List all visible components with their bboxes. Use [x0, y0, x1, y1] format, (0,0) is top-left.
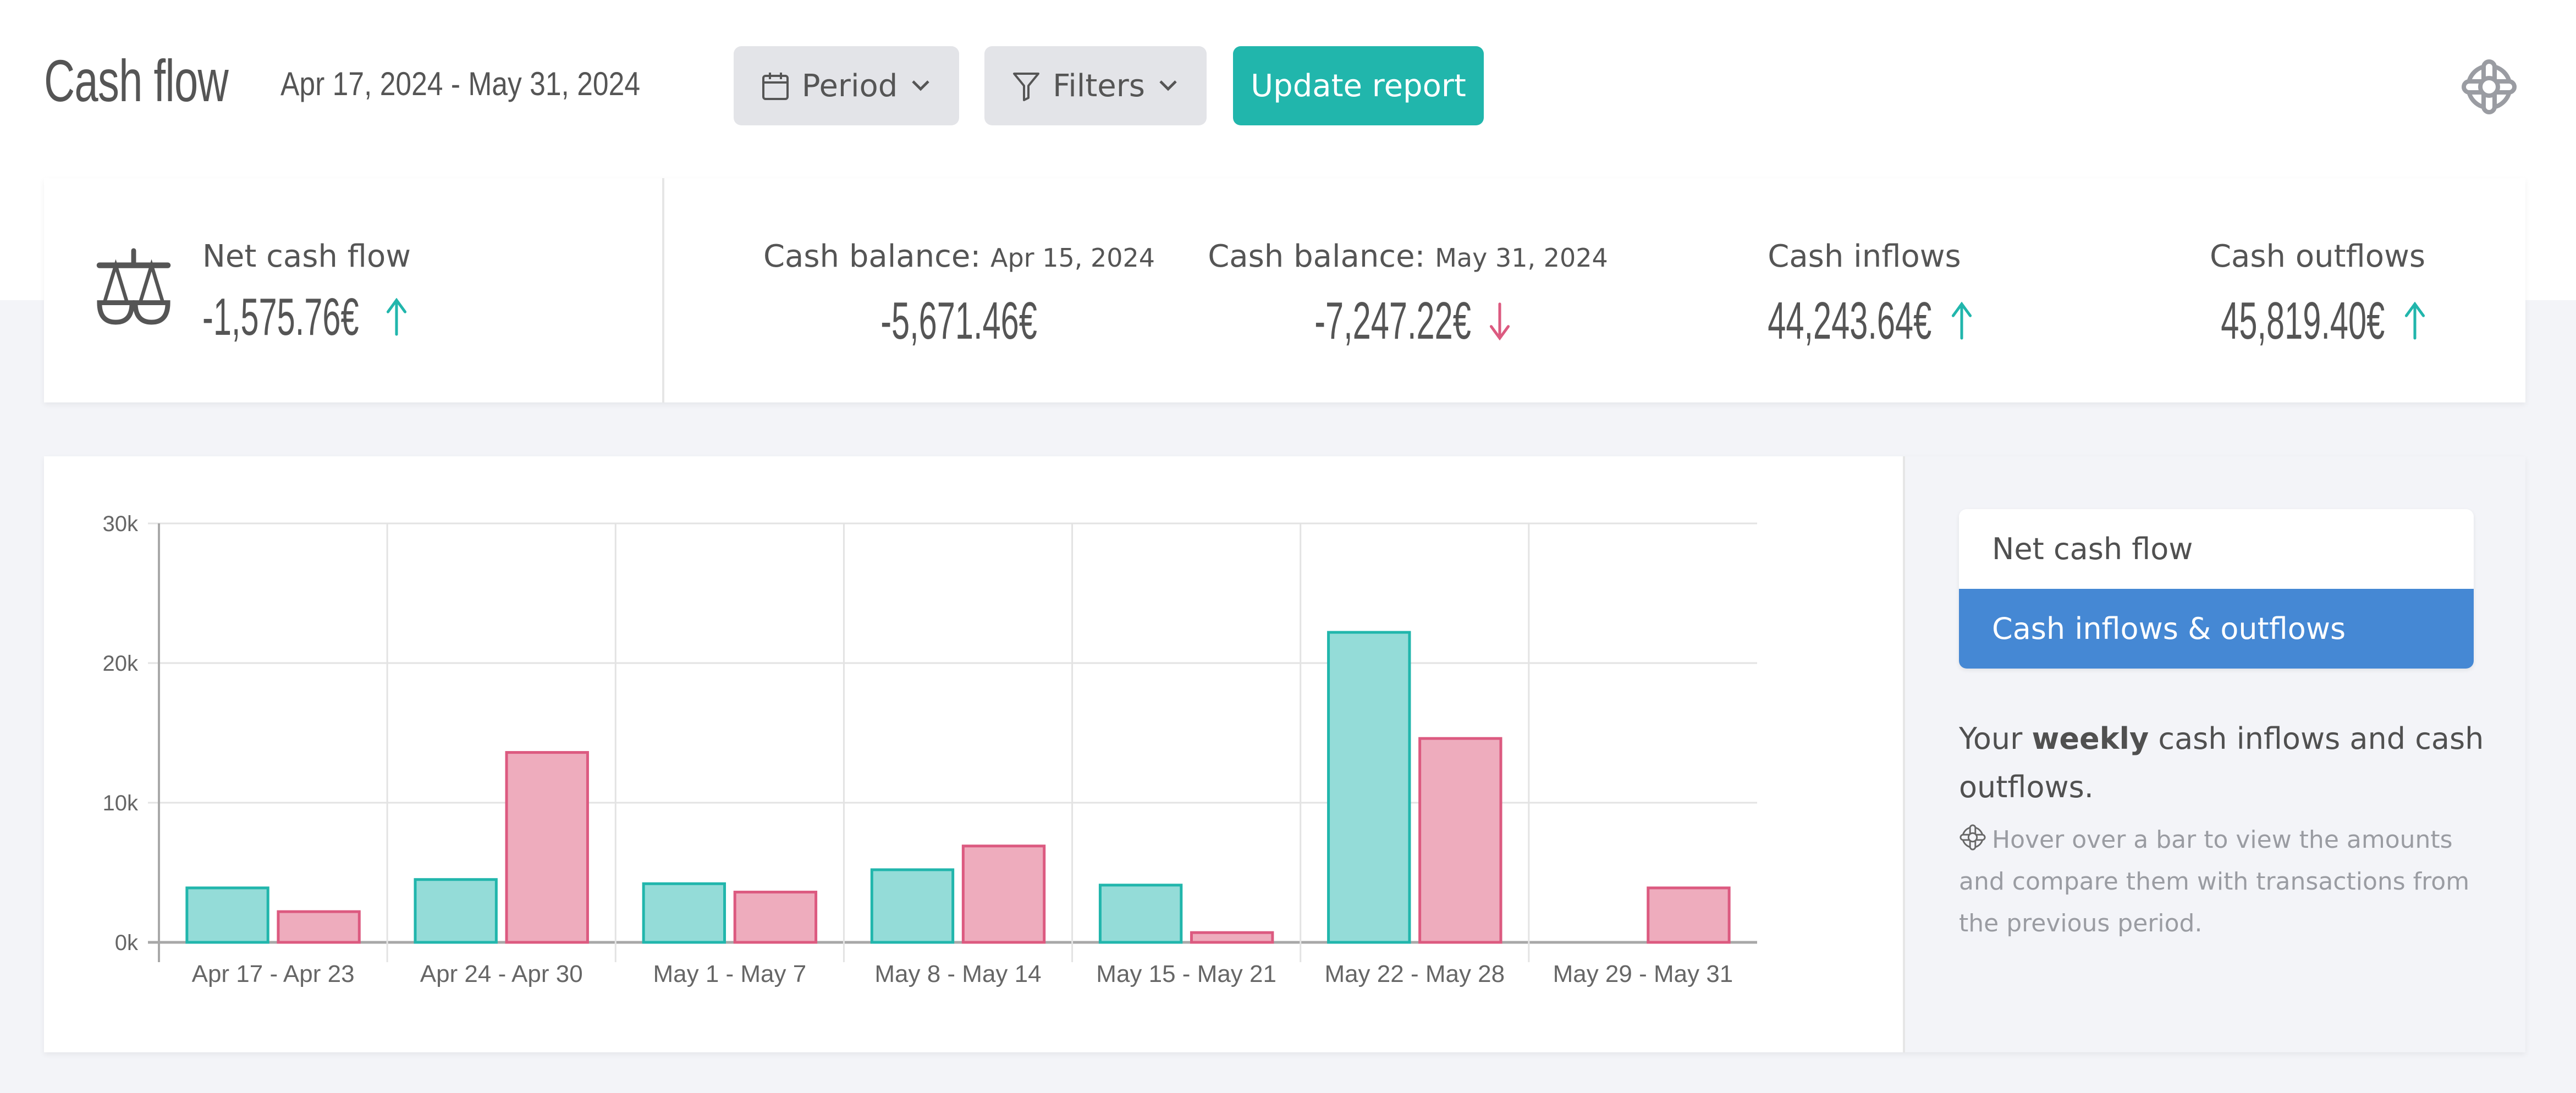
inflow-bar[interactable] — [414, 878, 498, 944]
y-tick-label: 20k — [103, 652, 139, 676]
summary-card: Net cash flow -1,575.76€ Cash balance: A… — [44, 178, 2525, 402]
calendar-icon — [762, 73, 789, 100]
outflow-bar[interactable] — [277, 910, 361, 944]
x-tick-label: May 15 - May 21 — [1096, 960, 1276, 987]
outflow-bar[interactable] — [1418, 737, 1502, 944]
inflows-value: 44,243.64€ — [1756, 291, 1973, 351]
balance-start-section: Cash balance: Apr 15, 2024 -5,671.46€ — [734, 239, 1185, 351]
arrow-up-icon — [1952, 302, 1972, 340]
balance-end-section: Cash balance: May 31, 2024 -7,247.22€ — [1182, 239, 1633, 351]
scales-icon — [96, 248, 171, 325]
x-tick-label: May 8 - May 14 — [874, 960, 1041, 987]
outflow-bar[interactable] — [961, 844, 1046, 944]
balance-start-label: Cash balance: — [763, 239, 981, 274]
y-tick-label: 10k — [103, 791, 139, 815]
lifebuoy-icon[interactable] — [2461, 58, 2518, 115]
outflow-bar[interactable] — [1647, 886, 1731, 944]
option-inflows-outflows[interactable]: Cash inflows & outflows — [1959, 589, 2474, 669]
inflows-section: Cash inflows 44,243.64€ — [1639, 239, 2090, 351]
outflow-bar[interactable] — [505, 751, 589, 944]
chevron-down-icon — [912, 80, 930, 91]
chart-options-panel: Net cash flow Cash inflows & outflows Yo… — [1903, 456, 2525, 1052]
filter-icon — [1013, 73, 1040, 101]
arrow-down-icon — [1489, 302, 1510, 340]
balance-end-value: -7,247.22€ — [1305, 291, 1510, 351]
x-tick-label: Apr 24 - Apr 30 — [420, 960, 583, 987]
date-range: Apr 17, 2024 - May 31, 2024 — [280, 65, 641, 102]
outflows-label: Cash outflows — [2209, 239, 2426, 274]
period-button[interactable]: Period — [734, 46, 959, 125]
update-report-label: Update report — [1251, 68, 1466, 104]
balance-end-label: Cash balance: — [1208, 239, 1425, 274]
inflow-bar[interactable] — [870, 868, 955, 944]
inflow-bar[interactable] — [1327, 631, 1411, 944]
chart-panel: 0k 10k 20k 30k Apr 17 - Apr 23 Apr 24 - Apr 3… — [44, 456, 2525, 1052]
y-tick-label: 0k — [115, 931, 139, 955]
x-tick-label: Apr 17 - Apr 23 — [192, 960, 355, 987]
net-cash-flow-value: -1,575.76€ — [202, 287, 408, 347]
arrow-up-icon — [2405, 302, 2425, 340]
outflow-bar[interactable] — [1190, 931, 1274, 944]
net-cash-flow-section: Net cash flow -1,575.76€ — [44, 178, 664, 402]
update-report-button[interactable]: Update report — [1233, 46, 1484, 125]
filters-button-label: Filters — [1053, 68, 1145, 104]
inflows-label: Cash inflows — [1768, 239, 1961, 274]
option-net-cash-flow[interactable]: Net cash flow — [1959, 509, 2474, 589]
outflow-bar[interactable] — [733, 891, 818, 944]
cash-flow-bar-chart: 0k 10k 20k 30k Apr 17 - Apr 23 Apr 24 - Apr 3… — [103, 512, 1757, 987]
outflows-section: Cash outflows 45,819.40€ — [2092, 239, 2543, 351]
period-button-label: Period — [801, 68, 898, 104]
y-tick-label: 30k — [103, 512, 139, 536]
chart-mode-toggle: Net cash flow Cash inflows & outflows — [1959, 509, 2474, 669]
inflow-bar[interactable] — [185, 886, 269, 944]
page-title: Cash flow — [44, 47, 229, 114]
outflows-value: 45,819.40€ — [2209, 291, 2426, 351]
x-tick-label: May 1 - May 7 — [653, 960, 806, 987]
balance-start-value: -5,671.46€ — [880, 291, 1038, 350]
chevron-down-icon — [1159, 80, 1177, 91]
inflow-bar[interactable] — [642, 882, 726, 944]
filters-button[interactable]: Filters — [984, 46, 1207, 125]
balance-start-date: Apr 15, 2024 — [990, 243, 1155, 273]
balance-end-date: May 31, 2024 — [1435, 243, 1608, 273]
arrow-up-icon — [386, 298, 407, 336]
x-tick-label: May 22 - May 28 — [1324, 960, 1505, 987]
chart-description: Your weekly cash inflows and cash outflo… — [1959, 721, 2484, 804]
inflow-bar[interactable] — [1098, 884, 1183, 944]
x-tick-label: May 29 - May 31 — [1553, 960, 1733, 987]
chart-hint: Hover over a bar to view the amounts and… — [1959, 819, 2487, 945]
net-cash-flow-label: Net cash flow — [202, 239, 411, 274]
lifebuoy-icon — [1959, 824, 1986, 851]
